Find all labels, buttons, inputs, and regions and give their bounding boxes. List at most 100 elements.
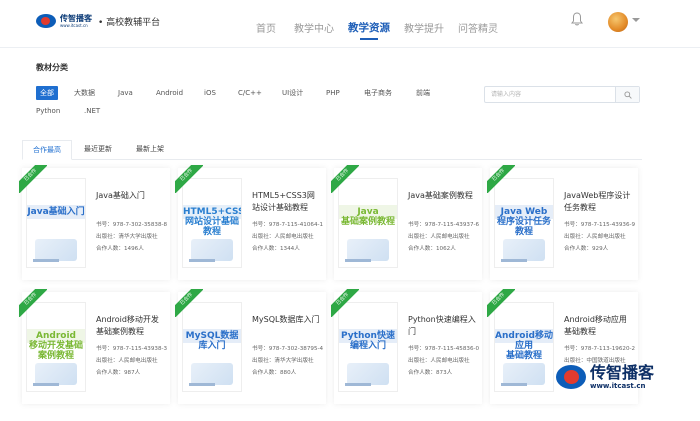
category-cpp[interactable]: C/C++ [238,86,262,100]
logo-mark-icon [36,14,56,28]
book-isbn: 书号：978-7-113-19620-2 [564,346,636,352]
book-card[interactable]: Java Web 程序设计任务教程 已合作 JavaWeb程序设计任务教程 书号… [487,165,638,280]
book-publisher: 出版社：人民邮电出版社 [252,234,314,240]
book-title[interactable]: Java基础案例教程 [408,190,478,202]
book-title[interactable]: MySQL数据库入门 [252,314,322,326]
logo[interactable]: 传智播客 www.itcast.cn • 高校教辅平台 [36,14,160,28]
book-title[interactable]: Android移动应用基础教程 [564,314,634,338]
book-cover-illustration [191,239,233,261]
book-partners: 合作人数：880人 [252,370,297,376]
book-cover-illustration [503,363,545,385]
nav-teaching-resources[interactable]: 教学资源 [348,20,390,40]
cooperated-badge: 已合作 [487,165,515,193]
cooperated-badge: 已合作 [487,289,515,317]
category-all[interactable]: 全部 [36,86,58,100]
book-cover-title: Java Web 程序设计任务教程 [496,207,551,237]
category-java[interactable]: Java [118,86,133,100]
cooperated-badge: 已合作 [331,289,359,317]
book-cover-title: Android 移动开发基础 案例教程 [28,331,83,361]
category-ios[interactable]: iOS [204,86,216,100]
book-publisher: 出版社：人民邮电出版社 [564,234,626,240]
book-isbn: 书号：978-7-302-35838-8 [96,222,168,228]
book-title[interactable]: Android移动开发基础案例教程 [96,314,166,338]
nav-teaching-center[interactable]: 教学中心 [294,20,334,35]
category-dotnet[interactable]: .NET [84,104,100,118]
book-title[interactable]: JavaWeb程序设计任务教程 [564,190,634,214]
logo-url: www.itcast.cn [60,22,88,28]
chevron-down-icon[interactable] [632,18,640,22]
book-title[interactable]: HTML5+CSS3网站设计基础教程 [252,190,322,214]
tab-newest[interactable]: 最新上架 [126,140,174,160]
book-isbn: 书号：978-7-115-43937-6 [408,222,480,228]
avatar[interactable] [608,12,628,32]
book-cover-title: Java基础入门 [27,207,85,217]
book-cover-title: MySQL数据库入门 [185,331,239,351]
sort-tabs: 合作最高 最近更新 最新上架 [22,140,642,160]
book-card[interactable]: MySQL数据库入门 已合作 MySQL数据库入门 书号：978-7-302-3… [175,289,326,404]
book-partners: 合作人数：1496人 [96,246,144,252]
cooperated-badge: 已合作 [175,289,203,317]
watermark-mark-icon [556,365,586,389]
book-cover-title: Java 基础案例教程 [340,207,395,227]
nav-qa[interactable]: 问答精灵 [458,20,498,35]
top-header: 传智播客 www.itcast.cn • 高校教辅平台 首页 教学中心 教学资源… [0,0,700,48]
book-cover-illustration [35,239,77,261]
category-ecommerce[interactable]: 电子商务 [364,86,392,100]
book-partners: 合作人数：1344人 [252,246,300,252]
book-isbn: 书号：978-7-115-41064-1 [252,222,324,228]
search-box [484,86,640,103]
book-cover-illustration [503,239,545,261]
tab-most-cooperated[interactable]: 合作最高 [22,140,72,160]
cooperated-badge: 已合作 [175,165,203,193]
logo-name: 传智播客 [60,13,92,23]
tab-recently-updated[interactable]: 最近更新 [74,140,122,160]
book-title[interactable]: Python快速编程入门 [408,314,478,338]
book-isbn: 书号：978-7-115-43936-9 [564,222,636,228]
book-partners: 合作人数：873人 [408,370,453,376]
book-partners: 合作人数：1062人 [408,246,456,252]
watermark-url: www.itcast.cn [590,382,646,390]
book-cover-title: Python快速编程入门 [341,331,395,351]
book-cover-title: Android移动应用 基础教程 [495,331,553,361]
book-cover-illustration [191,363,233,385]
book-isbn: 书号：978-7-115-45836-0 [408,346,480,352]
book-publisher: 出版社：人民邮电出版社 [96,358,158,364]
book-cover-illustration [35,363,77,385]
search-input[interactable] [485,87,615,102]
book-title[interactable]: Java基础入门 [96,190,166,202]
bell-icon[interactable] [571,12,583,26]
book-publisher: 出版社：清华大学出版社 [96,234,158,240]
main-nav: 首页 教学中心 教学资源 教学提升 问答精灵 [250,20,514,40]
book-isbn: 书号：978-7-115-43938-3 [96,346,168,352]
category-php[interactable]: PHP [326,86,340,100]
cooperated-badge: 已合作 [19,289,47,317]
book-cover-title: HTML5+CSS3 网站设计基础教程 [183,207,241,237]
book-publisher: 出版社：人民邮电出版社 [408,234,470,240]
book-card[interactable]: Python快速编程入门 已合作 Python快速编程入门 书号：978-7-1… [331,289,482,404]
category-frontend[interactable]: 前端 [416,86,430,100]
cooperated-badge: 已合作 [19,165,47,193]
book-card[interactable]: Java 基础案例教程 已合作 Java基础案例教程 书号：978-7-115-… [331,165,482,280]
category-ui[interactable]: UI设计 [282,86,303,100]
nav-teaching-improvement[interactable]: 教学提升 [404,20,444,35]
book-card[interactable]: Java基础入门 已合作 Java基础入门 书号：978-7-302-35838… [19,165,170,280]
book-isbn: 书号：978-7-302-38795-4 [252,346,324,352]
book-partners: 合作人数：987人 [96,370,141,376]
category-python[interactable]: Python [36,104,60,118]
cooperated-badge: 已合作 [331,165,359,193]
book-cover-illustration [347,363,389,385]
search-icon [624,91,632,99]
category-bigdata[interactable]: 大数据 [74,86,95,100]
book-partners: 合作人数：929人 [564,246,609,252]
watermark-logo: 传智播客 www.itcast.cn [556,364,654,390]
book-card[interactable]: Android 移动开发基础 案例教程 已合作 Android移动开发基础案例教… [19,289,170,404]
category-android[interactable]: Android [156,86,183,100]
watermark-name: 传智播客 [590,363,655,382]
nav-home[interactable]: 首页 [256,20,276,35]
book-publisher: 出版社：清华大学出版社 [252,358,314,364]
platform-name: • 高校教辅平台 [98,17,161,28]
book-card[interactable]: HTML5+CSS3 网站设计基础教程 已合作 HTML5+CSS3网站设计基础… [175,165,326,280]
book-publisher: 出版社：人民邮电出版社 [408,358,470,364]
book-cover-illustration [347,239,389,261]
search-button[interactable] [615,87,639,102]
